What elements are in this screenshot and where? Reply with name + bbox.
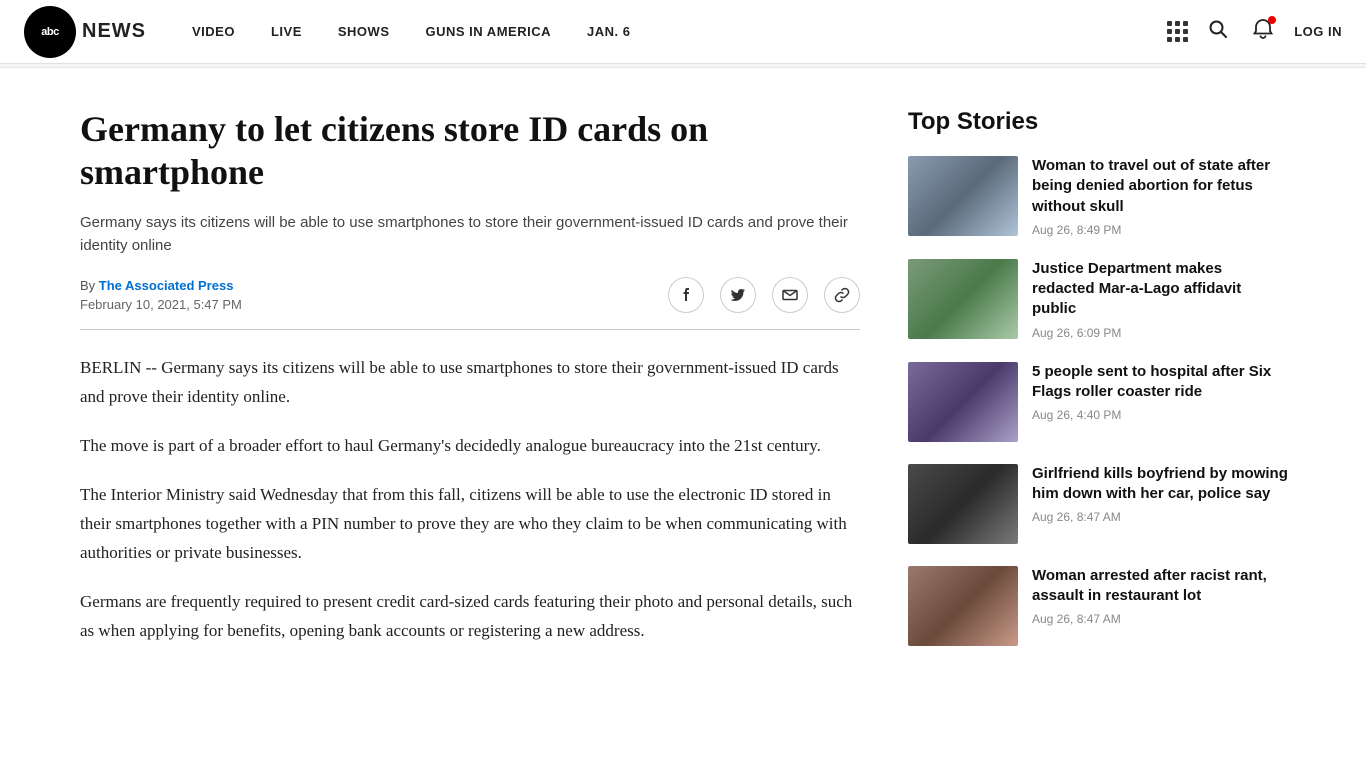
story-headline-3: Girlfriend kills boyfriend by mowing him… <box>1032 464 1288 505</box>
article-paragraph: BERLIN -- Germany says its citizens will… <box>80 354 860 412</box>
share-email-button[interactable] <box>772 277 808 313</box>
article-date: February 10, 2021, 5:47 PM <box>80 297 242 312</box>
story-item-0[interactable]: Woman to travel out of state after being… <box>908 156 1288 237</box>
story-time-3: Aug 26, 8:47 AM <box>1032 510 1288 524</box>
story-thumb-4 <box>908 566 1018 646</box>
story-content-2: 5 people sent to hospital after Six Flag… <box>1032 362 1288 442</box>
social-share-bar <box>668 277 860 313</box>
notification-badge <box>1268 16 1276 24</box>
search-button[interactable] <box>1204 15 1232 49</box>
news-wordmark: NEWS <box>82 20 146 43</box>
article-subtitle: Germany says its citizens will be able t… <box>80 212 860 257</box>
story-item-1[interactable]: Justice Department makes redacted Mar-a-… <box>908 259 1288 340</box>
story-item-3[interactable]: Girlfriend kills boyfriend by mowing him… <box>908 464 1288 544</box>
story-content-0: Woman to travel out of state after being… <box>1032 156 1288 237</box>
article-body: BERLIN -- Germany says its citizens will… <box>80 354 860 645</box>
byline-prefix: By <box>80 278 95 293</box>
story-headline-2: 5 people sent to hospital after Six Flag… <box>1032 362 1288 403</box>
story-item-4[interactable]: Woman arrested after racist rant, assaul… <box>908 566 1288 646</box>
page-wrapper: Germany to let citizens store ID cards o… <box>0 68 1366 708</box>
story-content-3: Girlfriend kills boyfriend by mowing him… <box>1032 464 1288 544</box>
article-paragraph: The move is part of a broader effort to … <box>80 432 860 461</box>
story-time-0: Aug 26, 8:49 PM <box>1032 223 1288 237</box>
article-byline: By The Associated Press <box>80 278 242 293</box>
nav-link-jan6[interactable]: JAN. 6 <box>573 16 644 47</box>
nav-link-live[interactable]: LIVE <box>257 16 316 47</box>
article-paragraph: Germans are frequently required to prese… <box>80 588 860 646</box>
logo-container[interactable]: abc NEWS <box>24 6 146 58</box>
nav-links: VIDEO LIVE SHOWS GUNS IN AMERICA JAN. 6 <box>178 16 1167 47</box>
article-byline-block: By The Associated Press February 10, 202… <box>80 278 242 312</box>
abc-logo-text: abc <box>41 26 58 38</box>
nav-link-guns[interactable]: GUNS IN AMERICA <box>412 16 565 47</box>
login-button[interactable]: LOG IN <box>1294 24 1342 39</box>
story-thumb-3 <box>908 464 1018 544</box>
article-author[interactable]: The Associated Press <box>99 278 234 293</box>
sidebar: Top Stories Woman to travel out of state… <box>908 108 1288 668</box>
nav-right: LOG IN <box>1167 14 1342 50</box>
story-content-1: Justice Department makes redacted Mar-a-… <box>1032 259 1288 340</box>
article-main: Germany to let citizens store ID cards o… <box>80 108 860 668</box>
story-headline-4: Woman arrested after racist rant, assaul… <box>1032 566 1288 607</box>
article-title: Germany to let citizens store ID cards o… <box>80 108 860 194</box>
article-paragraph: The Interior Ministry said Wednesday tha… <box>80 481 860 568</box>
nav-link-video[interactable]: VIDEO <box>178 16 249 47</box>
share-facebook-button[interactable] <box>668 277 704 313</box>
share-link-button[interactable] <box>824 277 860 313</box>
story-item-2[interactable]: 5 people sent to hospital after Six Flag… <box>908 362 1288 442</box>
nav-link-shows[interactable]: SHOWS <box>324 16 404 47</box>
navbar: abc NEWS VIDEO LIVE SHOWS GUNS IN AMERICA JA… <box>0 0 1366 64</box>
grid-menu-icon[interactable] <box>1167 21 1188 42</box>
share-twitter-button[interactable] <box>720 277 756 313</box>
story-content-4: Woman arrested after racist rant, assaul… <box>1032 566 1288 646</box>
top-stories-heading: Top Stories <box>908 108 1288 136</box>
abc-logo-circle: abc <box>24 6 76 58</box>
article-meta: By The Associated Press February 10, 202… <box>80 277 860 313</box>
story-thumb-2 <box>908 362 1018 442</box>
article-divider <box>80 329 860 330</box>
story-thumb-0 <box>908 156 1018 236</box>
story-time-2: Aug 26, 4:40 PM <box>1032 408 1288 422</box>
story-time-4: Aug 26, 8:47 AM <box>1032 612 1288 626</box>
stories-list: Woman to travel out of state after being… <box>908 156 1288 646</box>
story-time-1: Aug 26, 6:09 PM <box>1032 326 1288 340</box>
story-headline-1: Justice Department makes redacted Mar-a-… <box>1032 259 1288 320</box>
story-thumb-1 <box>908 259 1018 339</box>
notification-button[interactable] <box>1248 14 1278 50</box>
story-headline-0: Woman to travel out of state after being… <box>1032 156 1288 217</box>
